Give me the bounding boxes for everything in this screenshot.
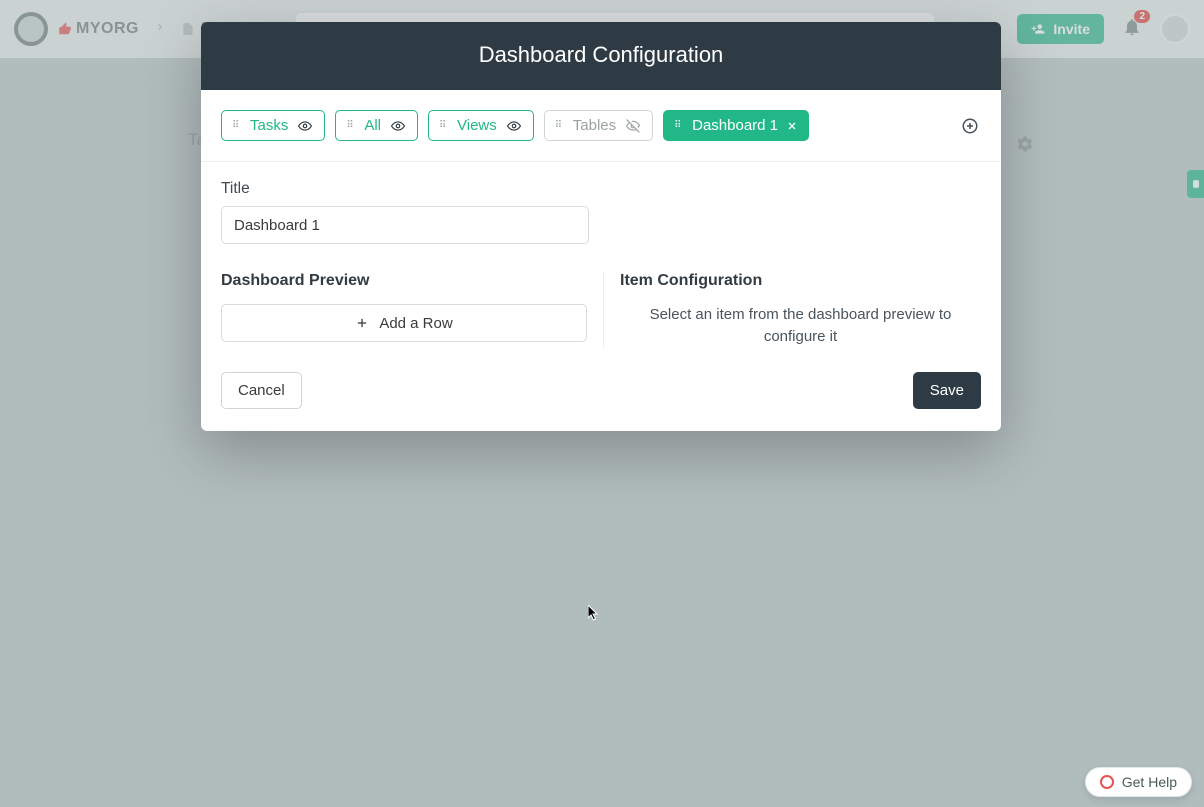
add-row-button[interactable]: Add a Row (221, 304, 587, 342)
grip-icon: ⠿ (674, 124, 684, 128)
title-label: Title (221, 180, 981, 198)
plus-icon (355, 316, 369, 330)
eye-icon[interactable] (505, 119, 523, 133)
grip-icon: ⠿ (555, 124, 565, 128)
tab-tasks[interactable]: ⠿ Tasks (221, 110, 325, 141)
get-help-button[interactable]: Get Help (1085, 767, 1192, 797)
tab-label: Views (457, 117, 497, 134)
close-icon[interactable] (786, 120, 798, 132)
modal-title: Dashboard Configuration (201, 22, 1001, 90)
tab-label: Tables (573, 117, 616, 134)
cursor-icon (588, 605, 600, 621)
tab-label: Tasks (250, 117, 288, 134)
preview-heading: Dashboard Preview (221, 272, 587, 290)
dashboard-preview-section: Dashboard Preview Add a Row (221, 272, 603, 348)
grip-icon: ⠿ (346, 124, 356, 128)
dashboard-config-modal: Dashboard Configuration ⠿ Tasks ⠿ All ⠿ … (201, 22, 1001, 431)
item-config-section: Item Configuration Select an item from t… (603, 272, 981, 348)
grip-icon: ⠿ (232, 124, 242, 128)
grip-icon: ⠿ (439, 124, 449, 128)
save-button[interactable]: Save (913, 372, 981, 409)
tabbar: ⠿ Tasks ⠿ All ⠿ Views (221, 110, 981, 141)
eye-icon[interactable] (389, 119, 407, 133)
title-input[interactable] (221, 206, 589, 244)
cancel-button[interactable]: Cancel (221, 372, 302, 409)
plus-circle-icon (961, 117, 979, 135)
tab-tables[interactable]: ⠿ Tables (544, 110, 653, 141)
get-help-label: Get Help (1122, 774, 1177, 790)
item-config-help: Select an item from the dashboard previe… (620, 304, 981, 348)
lifebuoy-icon (1100, 775, 1114, 789)
item-config-heading: Item Configuration (620, 272, 981, 290)
tab-label: All (364, 117, 381, 134)
add-row-label: Add a Row (379, 315, 452, 332)
tab-views[interactable]: ⠿ Views (428, 110, 534, 141)
tab-all[interactable]: ⠿ All (335, 110, 418, 141)
eye-icon[interactable] (296, 119, 314, 133)
eye-off-icon[interactable] (624, 119, 642, 133)
tab-label: Dashboard 1 (692, 117, 778, 134)
modal-body: ⠿ Tasks ⠿ All ⠿ Views (201, 90, 1001, 348)
modal-footer: Cancel Save (201, 348, 1001, 431)
tab-dashboard-1[interactable]: ⠿ Dashboard 1 (663, 110, 809, 141)
add-tab-button[interactable] (959, 115, 981, 137)
